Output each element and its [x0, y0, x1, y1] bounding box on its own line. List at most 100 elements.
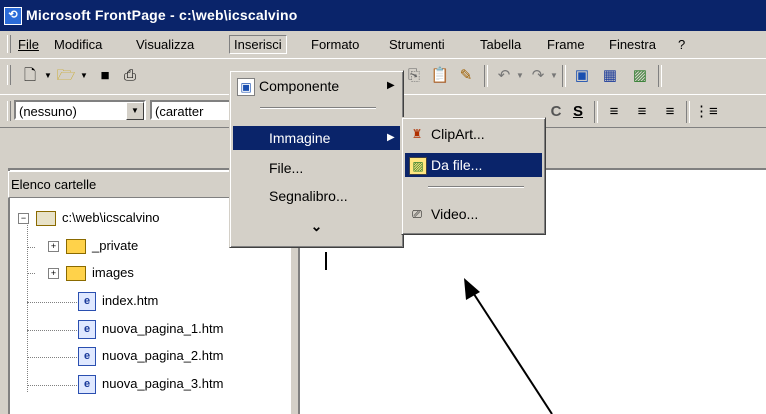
expand-icon[interactable]: +: [48, 268, 59, 279]
style-select[interactable]: (nessuno) ▼: [14, 100, 146, 120]
insert-component-icon[interactable]: ▣: [572, 67, 592, 85]
open-dropdown-icon[interactable]: ▼: [80, 71, 88, 80]
style-select-value: (nessuno): [19, 104, 77, 119]
componente-label: Componente: [259, 78, 340, 94]
menu-expand-button[interactable]: ⌄: [233, 214, 400, 238]
html-file-icon: e: [78, 320, 96, 339]
menu-separator: [428, 186, 524, 188]
toolbar-separator: [686, 101, 690, 123]
tree-line: [27, 330, 77, 331]
menu-help[interactable]: ?: [674, 36, 689, 53]
menu-visualizza[interactable]: Visualizza: [132, 36, 198, 53]
redo-dropdown-icon[interactable]: ▼: [550, 71, 558, 80]
folder-icon: [66, 266, 86, 281]
copy-icon[interactable]: ⎘: [404, 67, 424, 85]
window-title: Microsoft FrontPage - c:\web\icscalvino: [26, 7, 298, 23]
expand-icon[interactable]: +: [48, 241, 59, 252]
menu-item-segnalibro[interactable]: Segnalibro...: [233, 184, 400, 208]
video-label: Video...: [431, 206, 479, 222]
align-center-icon[interactable]: ≡: [632, 103, 652, 121]
submenu-arrow-icon: ▶: [387, 132, 395, 143]
menu-tabella[interactable]: Tabella: [476, 36, 525, 53]
format-painter-icon[interactable]: ✎: [456, 67, 476, 85]
new-dropdown-icon[interactable]: ▼: [44, 71, 52, 80]
toolbar-separator: [658, 65, 662, 87]
menu-modifica[interactable]: Modifica: [50, 36, 106, 53]
file-label: nuova_pagina_2.htm: [102, 348, 224, 363]
menu-item-da-file[interactable]: ▨ Da file...: [405, 153, 542, 177]
collapse-icon[interactable]: −: [18, 213, 29, 224]
web-folder-icon: [36, 211, 56, 226]
tree-line: [27, 357, 77, 358]
menu-item-file[interactable]: File...: [233, 156, 400, 180]
picture-from-file-icon: ▨: [409, 157, 427, 175]
publish-icon[interactable]: ⎙: [120, 67, 140, 85]
toolbar-separator: [562, 65, 566, 87]
file-label: File...: [269, 160, 304, 176]
annotation-arrow: [464, 278, 553, 414]
menu-strumenti[interactable]: Strumenti: [385, 36, 449, 53]
redo-icon[interactable]: ↷: [528, 67, 548, 85]
paste-icon[interactable]: 📋: [430, 67, 450, 85]
video-camera-icon: ⎚: [412, 207, 422, 221]
menubar-grip[interactable]: [7, 35, 11, 53]
html-file-icon: e: [78, 292, 96, 311]
save-icon[interactable]: ■: [95, 67, 115, 85]
component-icon: ▣: [237, 78, 255, 96]
clipart-label: ClipArt...: [431, 126, 485, 142]
insert-menu: ▣ Componente ▶ Immagine ▶ File... Segnal…: [229, 70, 404, 248]
image-submenu: ♜ ClipArt... ▨ Da file... ⎚ Video...: [401, 117, 546, 235]
font-select[interactable]: (caratter: [150, 100, 240, 120]
html-file-icon: e: [78, 375, 96, 394]
da-file-label: Da file...: [431, 157, 483, 173]
numbered-list-icon[interactable]: ⋮≡: [694, 103, 718, 121]
arrowhead-icon: [464, 278, 480, 300]
font-select-value: (caratter: [155, 104, 204, 119]
menu-item-clipart[interactable]: ♜ ClipArt...: [405, 122, 542, 146]
underline-s-icon[interactable]: S: [568, 103, 588, 121]
tree-line: [27, 385, 77, 386]
file-label: nuova_pagina_1.htm: [102, 321, 224, 336]
text-cursor: [325, 252, 327, 270]
menu-item-immagine[interactable]: Immagine ▶: [233, 126, 400, 150]
new-page-icon[interactable]: 🗋: [20, 67, 40, 85]
open-folder-icon[interactable]: 🗁: [56, 67, 76, 85]
menu-item-video[interactable]: ⎚ Video...: [405, 202, 542, 226]
toolbar-grip[interactable]: [7, 101, 11, 121]
toolbar-separator: [594, 101, 598, 123]
file-label: index.htm: [102, 293, 159, 308]
chevron-down-icon[interactable]: ▼: [126, 102, 144, 120]
menu-frame[interactable]: Frame: [543, 36, 589, 53]
menu-separator: [260, 107, 376, 109]
underline-c-icon[interactable]: C: [546, 103, 566, 121]
toolbar-separator: [484, 65, 488, 87]
menu-bar: File Modifica Visualizza Inserisci Forma…: [0, 31, 766, 59]
file-label: nuova_pagina_3.htm: [102, 376, 224, 391]
align-right-icon[interactable]: ≡: [660, 103, 680, 121]
toolbar-grip[interactable]: [7, 65, 11, 85]
html-file-icon: e: [78, 347, 96, 366]
menu-item-componente[interactable]: ▣ Componente ▶: [233, 74, 400, 98]
insert-table-icon[interactable]: ▦: [600, 67, 620, 85]
folder-label: images: [92, 265, 134, 280]
align-left-icon[interactable]: ≡: [604, 103, 624, 121]
arrow-shaft: [469, 287, 553, 414]
tree-root-label: c:\web\icscalvino: [62, 210, 160, 225]
menu-inserisci[interactable]: Inserisci: [229, 35, 287, 54]
tree-line: [27, 247, 35, 248]
tree-line: [27, 302, 77, 303]
menu-finestra[interactable]: Finestra: [605, 36, 660, 53]
insert-picture-icon[interactable]: ▨: [630, 67, 650, 85]
immagine-label: Immagine: [269, 130, 331, 146]
submenu-arrow-icon: ▶: [387, 80, 395, 91]
folder-icon: [66, 239, 86, 254]
undo-icon[interactable]: ↶: [494, 67, 514, 85]
undo-dropdown-icon[interactable]: ▼: [516, 71, 524, 80]
title-bar: ⟲ Microsoft FrontPage - c:\web\icscalvin…: [0, 0, 766, 31]
folder-label: _private: [92, 238, 139, 253]
menu-formato[interactable]: Formato: [307, 36, 363, 53]
menu-file-label: File: [18, 37, 39, 52]
chevron-double-down-icon: ⌄: [310, 218, 323, 234]
frontpage-app-icon[interactable]: ⟲: [4, 7, 22, 25]
menu-file[interactable]: File: [14, 36, 43, 53]
